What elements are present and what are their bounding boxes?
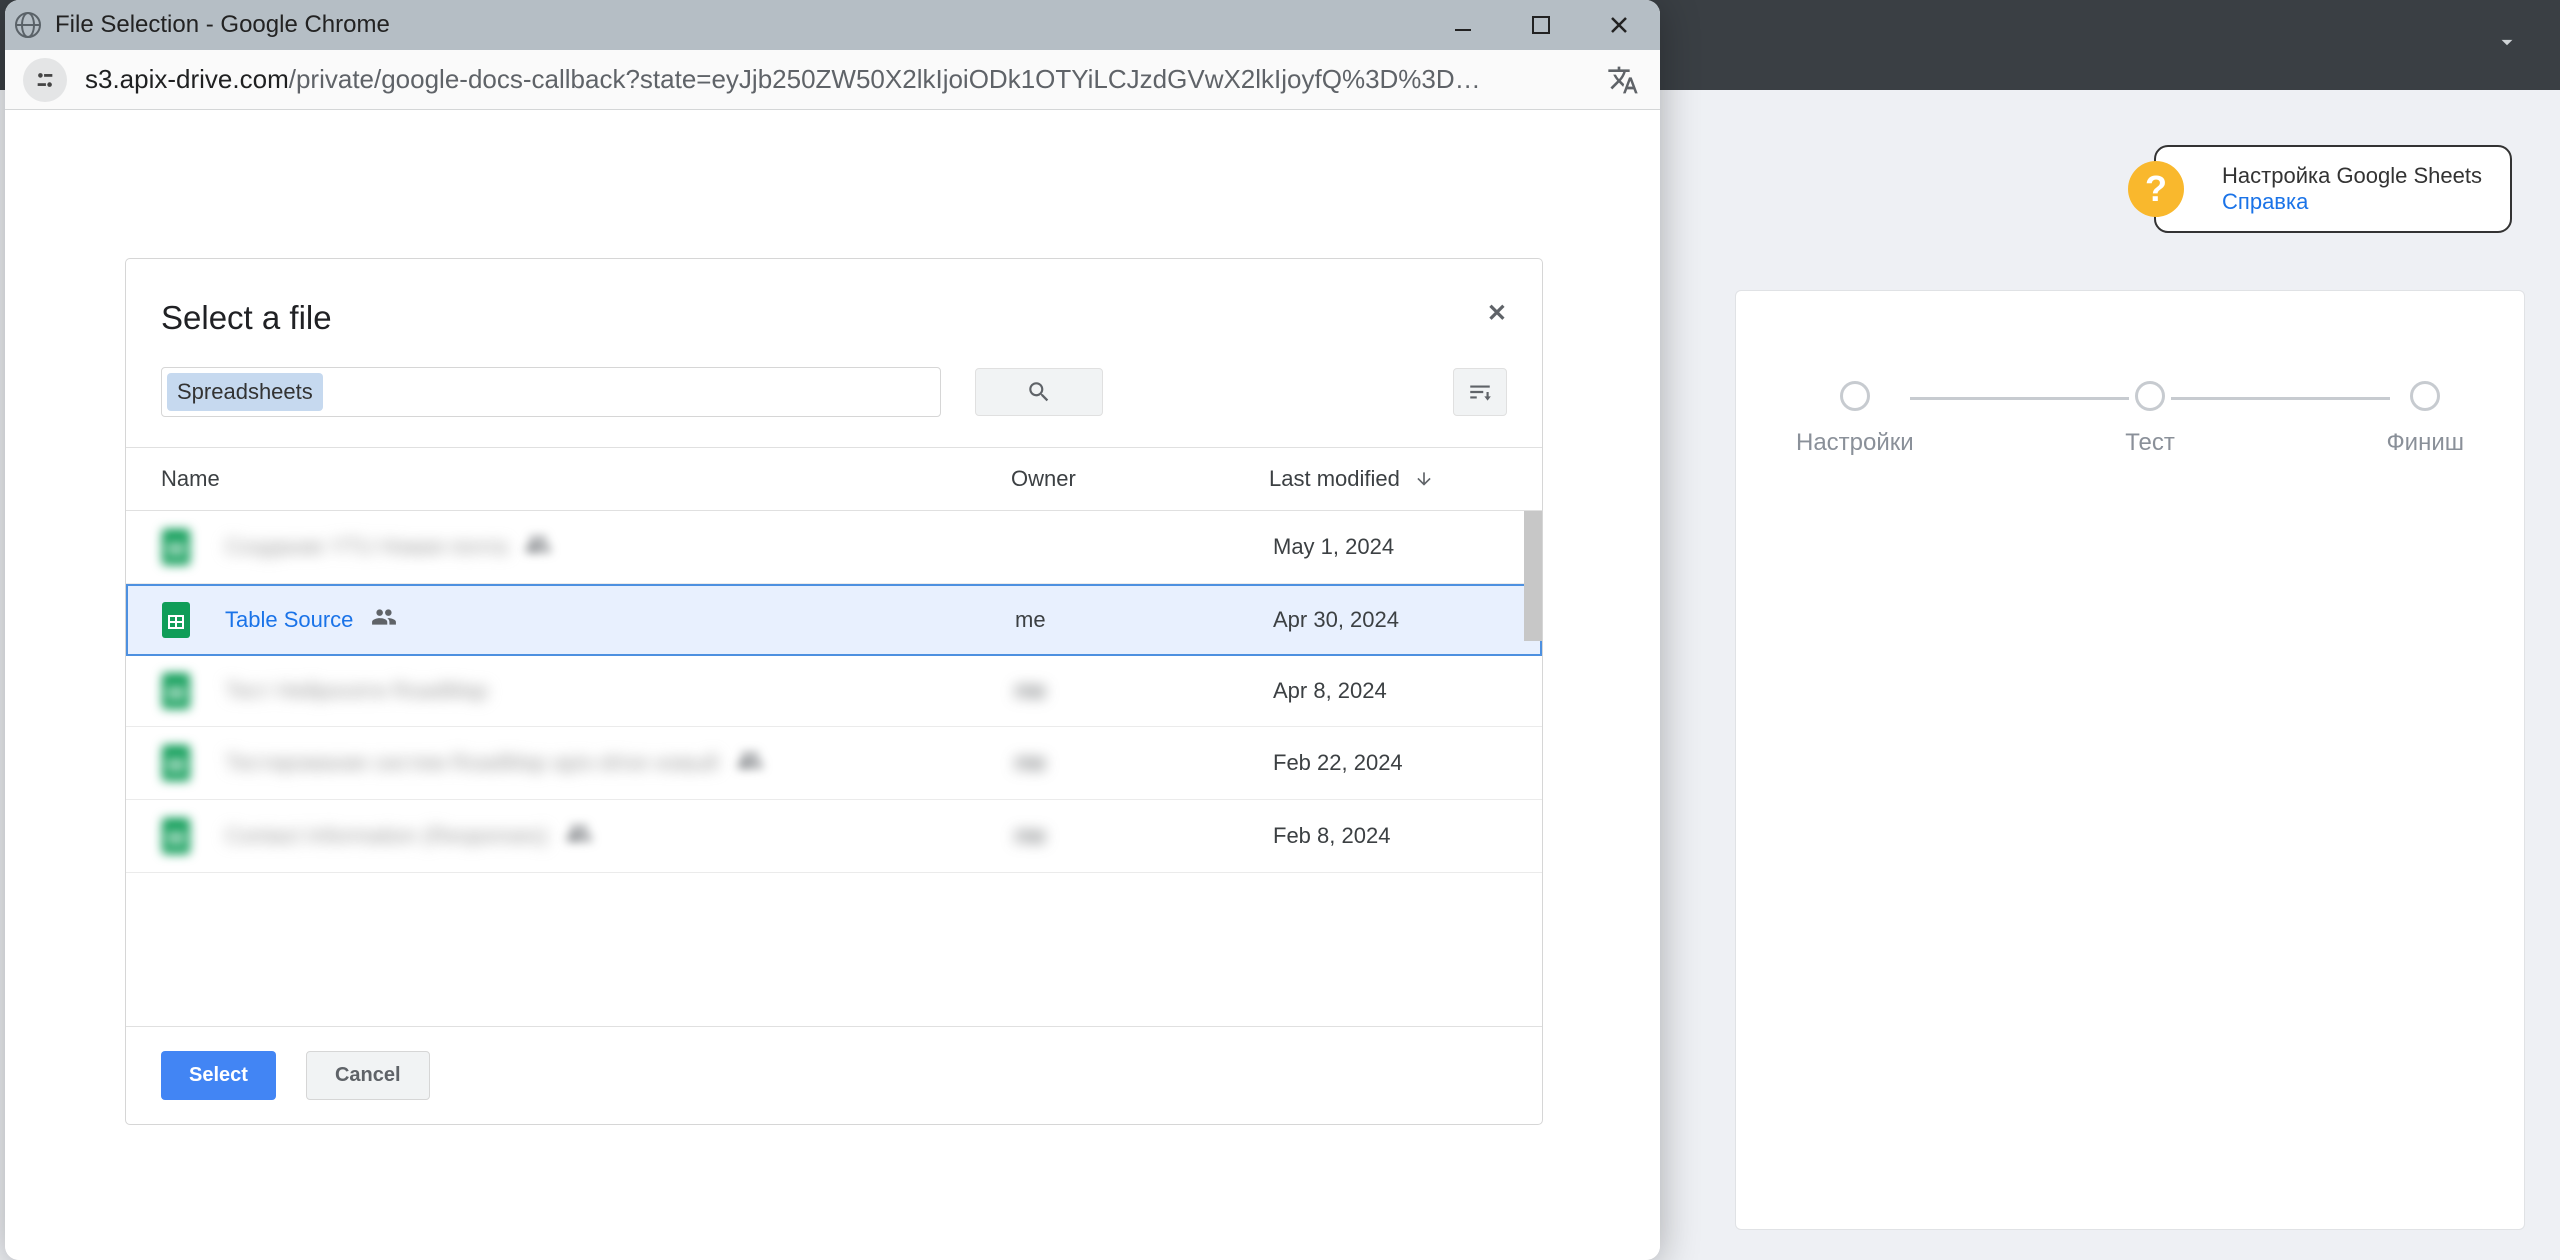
search-input[interactable]: Spreadsheets — [161, 367, 941, 417]
minimize-icon[interactable] — [1452, 14, 1474, 36]
file-modified: Apr 8, 2024 — [1273, 678, 1387, 704]
maximize-icon[interactable] — [1530, 14, 1552, 36]
chrome-body: Select a file ✕ Spreadsheets Name Owner … — [5, 110, 1660, 1260]
column-modified[interactable]: Last modified — [1269, 466, 1507, 492]
stepper: Настройки Тест Финиш — [1796, 381, 2464, 457]
cancel-button[interactable]: Cancel — [306, 1051, 430, 1100]
step-circle-icon — [1840, 381, 1870, 411]
file-modified: Apr 30, 2024 — [1273, 607, 1399, 633]
sheets-icon — [161, 821, 191, 851]
close-icon[interactable] — [1608, 14, 1630, 36]
step-finish[interactable]: Финиш — [2386, 381, 2464, 457]
sheets-icon — [161, 532, 191, 562]
file-name: Table Source — [225, 607, 353, 633]
chrome-popup-window: File Selection - Google Chrome s3.apix-d… — [5, 0, 1660, 1260]
file-name: Тестирование систем RoadMap apix-drive н… — [225, 750, 719, 776]
file-owner: me — [1015, 750, 1273, 776]
column-owner[interactable]: Owner — [1011, 466, 1269, 492]
sheets-icon — [161, 748, 191, 778]
file-owner: me — [1015, 823, 1273, 849]
picker-title: Select a file — [161, 299, 332, 337]
site-settings-icon[interactable] — [23, 58, 67, 102]
filter-chip[interactable]: Spreadsheets — [167, 373, 323, 411]
sheets-icon — [161, 676, 191, 706]
sort-button[interactable] — [1453, 368, 1507, 416]
help-link[interactable]: Справка — [2222, 189, 2482, 215]
step-circle-icon — [2135, 381, 2165, 411]
file-row[interactable]: Table Source me Apr 30, 2024 — [126, 584, 1542, 656]
titlebar: File Selection - Google Chrome — [5, 0, 1660, 50]
window-title: File Selection - Google Chrome — [55, 11, 1438, 39]
file-picker-dialog: Select a file ✕ Spreadsheets Name Owner … — [125, 258, 1543, 1125]
help-card: ? Настройка Google Sheets Справка — [2154, 145, 2512, 233]
file-owner: me — [1015, 678, 1273, 704]
file-name: Тест Нейросети RoadMap — [225, 678, 488, 704]
file-owner: me — [1015, 607, 1273, 633]
translate-icon[interactable] — [1604, 61, 1642, 99]
file-name: Contact Information (Responses) — [225, 823, 548, 849]
step-settings[interactable]: Настройки — [1796, 381, 1914, 457]
wizard-panel: Настройки Тест Финиш — [1735, 290, 2525, 1230]
file-list: Создание YTU Новая почта May 1, 2024 Tab… — [126, 511, 1542, 1026]
help-title: Настройка Google Sheets — [2222, 163, 2482, 189]
shared-icon — [371, 604, 397, 636]
shared-icon — [566, 820, 592, 852]
url-bar[interactable]: s3.apix-drive.com/private/google-docs-ca… — [5, 50, 1660, 110]
chevron-down-icon[interactable] — [2494, 29, 2520, 62]
help-icon[interactable]: ? — [2128, 161, 2184, 217]
column-name[interactable]: Name — [161, 466, 1011, 492]
file-row[interactable]: Тестирование систем RoadMap apix-drive н… — [126, 727, 1542, 800]
step-test[interactable]: Тест — [2125, 381, 2175, 457]
file-row[interactable]: Тест Нейросети RoadMap me Apr 8, 2024 — [126, 656, 1542, 727]
step-circle-icon — [2410, 381, 2440, 411]
file-row[interactable]: Contact Information (Responses) me Feb 8… — [126, 800, 1542, 873]
picker-close-icon[interactable]: ✕ — [1487, 299, 1507, 328]
shared-icon — [525, 531, 551, 563]
file-modified: Feb 22, 2024 — [1273, 750, 1403, 776]
globe-icon — [15, 12, 41, 38]
file-row[interactable]: Создание YTU Новая почта May 1, 2024 — [126, 511, 1542, 584]
url-text[interactable]: s3.apix-drive.com/private/google-docs-ca… — [85, 64, 1586, 95]
select-button[interactable]: Select — [161, 1051, 276, 1100]
scrollbar-thumb[interactable] — [1524, 511, 1542, 641]
file-modified: Feb 8, 2024 — [1273, 823, 1390, 849]
shared-icon — [737, 747, 763, 779]
table-header: Name Owner Last modified — [126, 447, 1542, 511]
file-name: Создание YTU Новая почта — [225, 534, 507, 560]
search-button[interactable] — [975, 368, 1103, 416]
sheets-icon — [161, 605, 191, 635]
file-modified: May 1, 2024 — [1273, 534, 1394, 560]
